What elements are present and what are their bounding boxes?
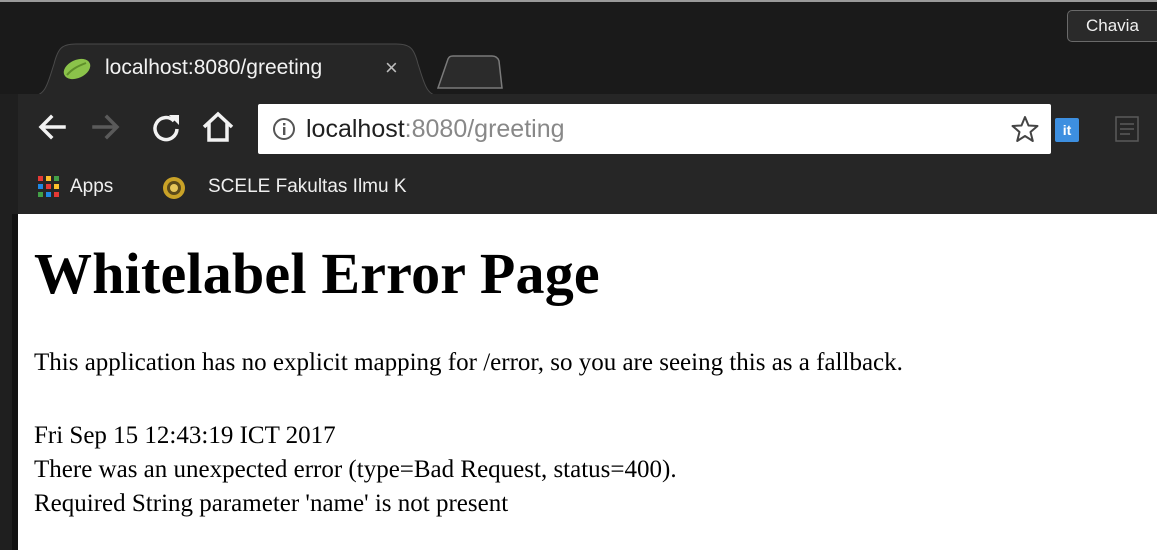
error-detail: Required String parameter 'name' is not … bbox=[34, 490, 509, 517]
tab-active[interactable]: localhost:8080/greeting × bbox=[32, 42, 440, 96]
university-seal-icon bbox=[163, 177, 185, 199]
tab-strip: Chavia localhost:8080/greeting × bbox=[0, 0, 1157, 96]
info-icon[interactable] bbox=[272, 117, 296, 141]
address-bar[interactable]: localhost:8080/greeting bbox=[258, 104, 1051, 154]
bookmarks-bar: Apps SCELE Fakultas Ilmu K bbox=[18, 164, 1157, 214]
home-icon[interactable] bbox=[200, 110, 236, 144]
bookmark-fade bbox=[413, 172, 473, 208]
toolbar: localhost:8080/greeting it bbox=[18, 94, 1157, 164]
back-arrow-icon[interactable] bbox=[36, 110, 68, 144]
spring-leaf-icon bbox=[63, 58, 91, 80]
page-content: Whitelabel Error Page This application h… bbox=[18, 214, 1157, 550]
error-message: This application has no explicit mapping… bbox=[34, 349, 903, 376]
error-timestamp: Fri Sep 15 12:43:19 ICT 2017 bbox=[34, 422, 336, 449]
profile-button[interactable]: Chavia bbox=[1067, 10, 1157, 42]
extension-it-icon[interactable]: it bbox=[1055, 118, 1079, 142]
apps-grid-icon bbox=[38, 176, 59, 197]
bookmark-star-icon[interactable] bbox=[1011, 115, 1039, 143]
tab-title: localhost:8080/greeting bbox=[105, 56, 323, 79]
url-text[interactable]: localhost:8080/greeting bbox=[306, 115, 565, 144]
extension-icon[interactable] bbox=[1114, 114, 1154, 144]
new-tab-button[interactable] bbox=[436, 55, 504, 89]
tab-close-icon[interactable]: × bbox=[385, 55, 398, 81]
url-host: localhost bbox=[306, 115, 405, 143]
forward-arrow-icon[interactable] bbox=[90, 110, 122, 144]
page-title: Whitelabel Error Page bbox=[34, 241, 600, 306]
reload-icon[interactable] bbox=[149, 110, 183, 144]
error-status: There was an unexpected error (type=Bad … bbox=[34, 456, 677, 483]
url-path: :8080/greeting bbox=[404, 115, 565, 143]
bookmark-apps[interactable]: Apps bbox=[70, 176, 113, 198]
